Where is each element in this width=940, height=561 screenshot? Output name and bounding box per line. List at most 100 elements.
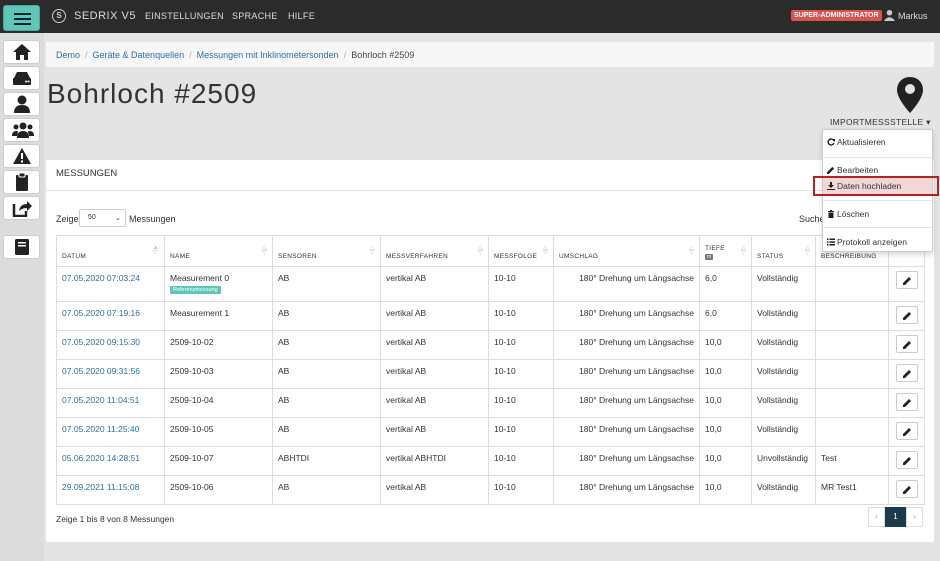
- top-navbar: S SEDRIX V5 EINSTELLUNGEN SPRACHE HILFE …: [0, 0, 940, 33]
- sidebar-docs-button[interactable]: [3, 235, 40, 259]
- row-depth: 10,0: [699, 330, 752, 360]
- chevron-down-icon: ⌄: [115, 215, 121, 222]
- breadcrumb-measurements[interactable]: Messungen mit Inklinometersonden: [197, 50, 339, 60]
- role-badge: SUPER-ADMINISTRATOR: [791, 10, 882, 21]
- edit-row-button[interactable]: [895, 480, 918, 498]
- edit-row-button[interactable]: [895, 335, 918, 353]
- trash-icon: [828, 210, 834, 218]
- map-pin-icon: [897, 77, 923, 113]
- row-depth: 10,0: [699, 388, 752, 418]
- sort-icon: △ ▽: [262, 245, 267, 256]
- edit-icon: [902, 341, 911, 349]
- page-button[interactable]: 1: [885, 507, 906, 527]
- edit-row-button[interactable]: [895, 451, 918, 469]
- col-header-status[interactable]: STATUS △ ▽: [751, 235, 816, 267]
- nav-hilfe[interactable]: HILFE: [288, 11, 315, 21]
- sidebar-tasks-button[interactable]: [3, 170, 40, 194]
- col-header-umschlag[interactable]: UMSCHLAG △ ▽: [553, 235, 700, 267]
- col-header-messfolge[interactable]: MESSFOLGE △ ▽: [488, 235, 554, 267]
- row-sensors: AB: [272, 388, 381, 418]
- page-length-value: 50: [88, 214, 96, 221]
- nav-sprache[interactable]: SPRACHE: [232, 11, 278, 21]
- col-header-name[interactable]: NAME △ ▽: [164, 235, 273, 267]
- row-sensors: AB: [272, 266, 381, 302]
- row-method: vertikal AB: [380, 266, 489, 302]
- warning-icon: [13, 148, 31, 164]
- row-method: vertikal AB: [380, 330, 489, 360]
- page-title: Bohrloch #2509: [47, 78, 258, 109]
- row-method: vertikal AB: [380, 475, 489, 505]
- nav-einstellungen[interactable]: EINSTELLUNGEN: [145, 11, 224, 21]
- table-row: 05.06.2020 14:28:51 2509-10-07 ABHTDI ve…: [56, 446, 925, 476]
- edit-row-button[interactable]: [895, 422, 918, 440]
- row-actions: [888, 330, 925, 360]
- row-date-link[interactable]: 07.05.2020 11:04:51: [56, 388, 165, 418]
- row-sensors: AB: [272, 330, 381, 360]
- prev-page-button[interactable]: ‹: [868, 507, 885, 527]
- sidebar-user-button[interactable]: [3, 92, 40, 116]
- list-icon: [827, 238, 835, 246]
- row-description: MR Test1: [815, 475, 889, 505]
- table-info: Zeige 1 bis 8 von 8 Messungen: [56, 514, 175, 524]
- row-status: Unvollständig: [751, 446, 816, 476]
- edit-row-button[interactable]: [895, 364, 918, 382]
- sidebar-users-button[interactable]: [3, 118, 40, 142]
- col-header-tiefe[interactable]: TIEFE m △ ▽: [699, 235, 752, 267]
- breadcrumb-devices[interactable]: Geräte & Datenquellen: [93, 50, 185, 60]
- brand-name[interactable]: SEDRIX V5: [74, 10, 136, 22]
- col-header-messverfahren[interactable]: MESSVERFAHREN △ ▽: [380, 235, 489, 267]
- row-method: vertikal AB: [380, 417, 489, 447]
- row-sequence: 10-10: [488, 359, 554, 389]
- sort-icon: △ ▽: [741, 245, 746, 256]
- edit-row-button[interactable]: [895, 306, 918, 324]
- sort-icon: △ ▽: [805, 245, 810, 256]
- row-description: [815, 301, 889, 331]
- edit-row-button[interactable]: [895, 393, 918, 411]
- row-date-link[interactable]: 07.05.2020 07:19:16: [56, 301, 165, 331]
- row-date-link[interactable]: 05.06.2020 14:28:51: [56, 446, 165, 476]
- table-header-row: DATUM ▲ ▽ NAME △ ▽ SENSOREN △ ▽ MESSVERFAHREN △…: [56, 235, 925, 267]
- sidebar-export-button[interactable]: [3, 196, 40, 220]
- row-status: Vollständig: [751, 359, 816, 389]
- row-sequence: 10-10: [488, 417, 554, 447]
- edit-icon: [902, 277, 911, 285]
- menu-item-show-log[interactable]: Protokoll anzeigen: [823, 234, 932, 250]
- import-station-dropdown-toggle[interactable]: IMPORTMESSSTELLE ▾: [830, 117, 931, 128]
- row-depth: 10,0: [699, 417, 752, 447]
- menu-divider: [823, 200, 932, 201]
- row-sequence: 10-10: [488, 330, 554, 360]
- row-depth: 10,0: [699, 359, 752, 389]
- col-header-datum[interactable]: DATUM ▲ ▽: [56, 235, 165, 267]
- sort-icon: △ ▽: [689, 245, 694, 256]
- table-row: 07.05.2020 07:03:24 Measurement 0 Referen…: [56, 266, 925, 302]
- menu-item-refresh[interactable]: Aktualisieren: [823, 134, 932, 150]
- row-date-link[interactable]: 07.05.2020 09:31:56: [56, 359, 165, 389]
- breadcrumb-demo[interactable]: Demo: [56, 50, 80, 60]
- row-actions: [888, 446, 925, 476]
- row-date-link[interactable]: 07.05.2020 11:25:40: [56, 417, 165, 447]
- sidebar-home-button[interactable]: [3, 40, 40, 64]
- next-page-button[interactable]: ›: [906, 507, 923, 527]
- sidebar-devices-button[interactable]: [3, 66, 40, 90]
- row-turn: 180° Drehung um Längsachse: [553, 388, 700, 418]
- row-sensors: ABHTDI: [272, 446, 381, 476]
- menu-item-delete[interactable]: Löschen: [823, 206, 932, 222]
- sidebar: [0, 33, 44, 561]
- col-header-sensoren[interactable]: SENSOREN △ ▽: [272, 235, 381, 267]
- refresh-icon: [827, 138, 835, 146]
- sidebar-alerts-button[interactable]: [3, 144, 40, 168]
- row-method: vertikal AB: [380, 301, 489, 331]
- user-icon: [14, 95, 30, 113]
- user-menu[interactable]: Markus: [898, 11, 928, 21]
- menu-toggle-button[interactable]: [3, 5, 40, 31]
- row-status: Vollständig: [751, 417, 816, 447]
- page-length-select[interactable]: 50 ⌄: [79, 209, 126, 227]
- edit-row-button[interactable]: [895, 271, 918, 289]
- row-sequence: 10-10: [488, 266, 554, 302]
- row-date-link[interactable]: 07.05.2020 09:15:30: [56, 330, 165, 360]
- row-turn: 180° Drehung um Längsachse: [553, 301, 700, 331]
- row-date-link[interactable]: 07.05.2020 07:03:24: [56, 266, 165, 302]
- row-actions: [888, 266, 925, 302]
- row-date-link[interactable]: 29.09.2021 11:15:08: [56, 475, 165, 505]
- row-turn: 180° Drehung um Längsachse: [553, 330, 700, 360]
